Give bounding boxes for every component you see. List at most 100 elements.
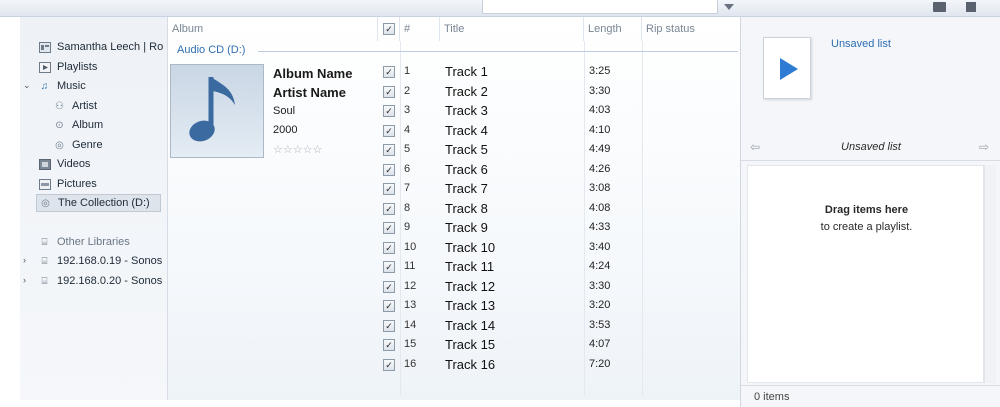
music-note-icon (189, 77, 235, 142)
network-library-icon: ⌸ (41, 275, 48, 287)
artist-icon: ⚇ (55, 100, 64, 112)
track-checkbox[interactable]: ✓ (383, 300, 395, 312)
playlist-thumbnail (763, 37, 811, 99)
column-header-title[interactable]: Title (440, 17, 584, 41)
nav-sonos-1[interactable]: ⌸ 192.168.0.19 - Sonos (38, 252, 168, 270)
list-title[interactable]: Unsaved list (741, 141, 1000, 153)
nav-album[interactable]: ⊙ Album (53, 116, 103, 134)
view-options-icon[interactable] (933, 2, 946, 12)
track-length: 3:20 (589, 299, 611, 311)
column-header-number[interactable]: # (400, 17, 440, 41)
column-header-rip-status-label: Rip status (646, 23, 695, 35)
toolbar (0, 0, 1000, 17)
album-name[interactable]: Album Name (273, 66, 352, 81)
help-icon[interactable] (966, 2, 976, 12)
track-number: 12 (404, 279, 417, 292)
track-title: Track 3 (445, 103, 488, 118)
list-header-bar: ⇦ Unsaved list ⇨ (741, 133, 1000, 161)
track-checkbox[interactable]: ✓ (383, 85, 395, 98)
play-icon (780, 58, 798, 80)
group-header[interactable]: Audio CD (D:) (177, 44, 245, 56)
album-art[interactable] (170, 64, 264, 158)
genre[interactable]: Soul (273, 105, 295, 117)
track-checkbox[interactable]: ✓ (383, 319, 395, 332)
track-number: 8 (404, 201, 411, 214)
track-checkbox[interactable]: ✓ (383, 261, 395, 273)
track-row[interactable]: ✓ 15 Track 15 4:07 (383, 335, 683, 355)
track-row[interactable]: ✓ 4 Track 4 4:10 (383, 121, 683, 141)
column-header-rip-status[interactable]: Rip status (642, 17, 740, 41)
nav-artist-label: Artist (72, 100, 98, 112)
scrollbar[interactable] (984, 165, 996, 383)
nav-album-label: Album (72, 119, 104, 131)
nav-artist[interactable]: ⚇ Artist (53, 97, 97, 115)
track-row[interactable]: ✓ 12 Track 12 3:30 (383, 277, 683, 297)
track-checkbox[interactable]: ✓ (383, 222, 395, 234)
track-length: 4:24 (589, 260, 611, 272)
track-list-pane: Album ✓ # Title Length Rip status Audio … (168, 17, 740, 400)
rating-stars[interactable]: ☆☆☆☆☆ (273, 143, 322, 156)
track-row[interactable]: ✓ 10 Track 10 3:40 (383, 238, 683, 258)
collapse-arrow-icon[interactable]: ⌄ (23, 80, 31, 91)
track-checkbox[interactable]: ✓ (383, 280, 395, 293)
track-checkbox[interactable]: ✓ (383, 105, 395, 117)
chevron-down-icon[interactable] (724, 4, 734, 10)
track-number: 15 (404, 338, 417, 350)
nav-music[interactable]: ♫ Music (38, 77, 86, 95)
unsaved-list-link[interactable]: Unsaved list (831, 38, 891, 50)
track-row[interactable]: ✓ 11 Track 11 4:24 (383, 257, 683, 277)
track-number: 11 (404, 260, 416, 272)
track-row[interactable]: ✓ 14 Track 14 3:53 (383, 316, 683, 336)
track-length: 3:25 (589, 65, 611, 77)
artist-name[interactable]: Artist Name (273, 85, 346, 100)
nav-videos[interactable]: Videos (38, 155, 90, 173)
track-checkbox[interactable]: ✓ (383, 144, 395, 156)
track-checkbox[interactable]: ✓ (383, 358, 395, 371)
year[interactable]: 2000 (273, 124, 297, 136)
track-row[interactable]: ✓ 9 Track 9 4:33 (383, 218, 683, 238)
nav-sonos-2[interactable]: ⌸ 192.168.0.20 - Sonos (38, 272, 168, 290)
track-row[interactable]: ✓ 6 Track 6 4:26 (383, 160, 683, 180)
track-checkbox[interactable]: ✓ (383, 183, 395, 195)
arrow-right-icon[interactable]: ⇨ (979, 140, 989, 154)
nav-pictures[interactable]: Pictures (38, 175, 97, 193)
track-checkbox[interactable]: ✓ (383, 124, 395, 137)
track-number: 5 (404, 143, 411, 155)
column-header-album[interactable]: Album (168, 17, 378, 41)
nav-playlists[interactable]: Playlists (38, 58, 97, 76)
track-row[interactable]: ✓ 16 Track 16 7:20 (383, 355, 683, 375)
playlist-drop-area[interactable]: Drag items here to create a playlist. (747, 165, 984, 383)
track-length: 3:08 (589, 182, 611, 194)
track-row[interactable]: ✓ 7 Track 7 3:08 (383, 179, 683, 199)
track-row[interactable]: ✓ 1 Track 1 3:25 (383, 62, 683, 82)
track-title: Track 4 (445, 122, 488, 138)
track-checkbox[interactable]: ✓ (383, 202, 395, 215)
track-row[interactable]: ✓ 13 Track 13 3:20 (383, 296, 683, 316)
track-checkbox[interactable]: ✓ (383, 241, 395, 254)
column-header-checkbox[interactable]: ✓ (378, 17, 400, 41)
nav-other-libraries[interactable]: ⌸ Other Libraries (38, 233, 130, 251)
search-input[interactable] (482, 0, 718, 14)
nav-genre[interactable]: ◎ Genre (53, 136, 102, 154)
track-row[interactable]: ✓ 5 Track 5 4:49 (383, 140, 683, 160)
expand-arrow-icon[interactable]: › (23, 275, 26, 285)
track-title: Track 11 (445, 259, 495, 274)
genre-icon: ◎ (55, 139, 64, 151)
nav-sonos-1-label: 192.168.0.19 - Sonos (57, 255, 163, 267)
track-checkbox[interactable]: ✓ (383, 66, 395, 78)
drag-hint-title: Drag items here (824, 204, 909, 216)
track-length: 4:03 (589, 104, 611, 116)
track-row[interactable]: ✓ 8 Track 8 4:08 (383, 199, 683, 219)
track-row[interactable]: ✓ 2 Track 2 3:30 (383, 82, 683, 102)
select-all-checkbox[interactable]: ✓ (383, 23, 395, 35)
drag-hint-subtitle: to create a playlist. (820, 221, 913, 233)
expand-arrow-icon[interactable]: › (23, 255, 26, 265)
nav-user-library[interactable]: Samantha Leech | Ro (38, 38, 168, 56)
track-checkbox[interactable]: ✓ (383, 163, 395, 176)
track-checkbox[interactable]: ✓ (383, 339, 395, 351)
nav-collection[interactable]: ◎ The Collection (D:) (36, 194, 161, 212)
column-header-length[interactable]: Length (584, 17, 642, 41)
track-number: 9 (404, 221, 411, 233)
track-length: 4:08 (589, 201, 611, 214)
track-row[interactable]: ✓ 3 Track 3 4:03 (383, 101, 683, 121)
